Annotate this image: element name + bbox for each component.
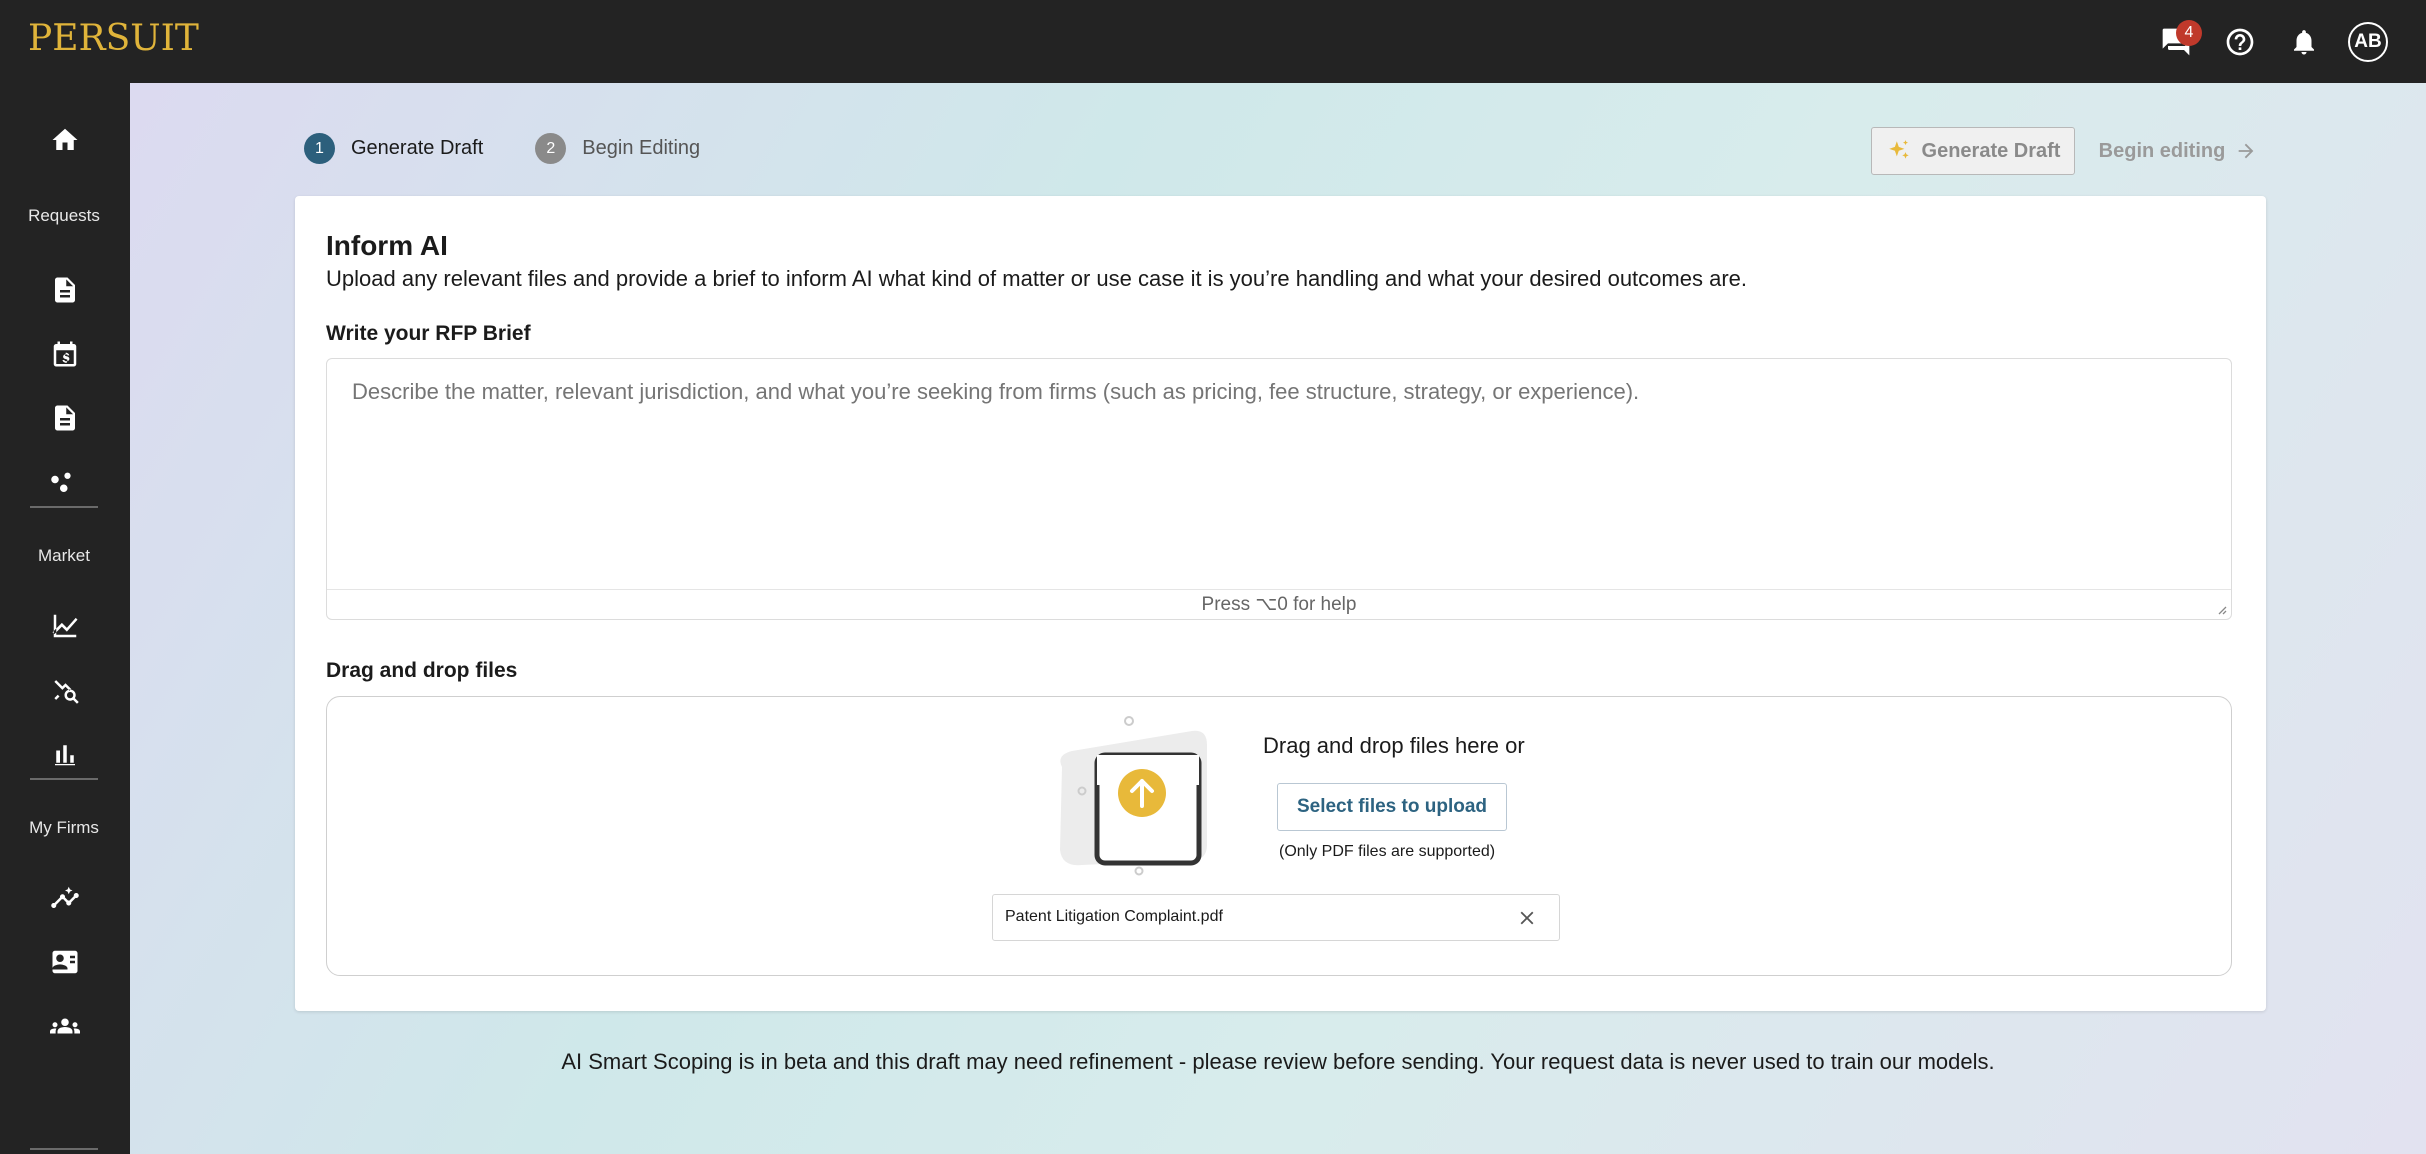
remove-file-button[interactable]	[1513, 904, 1541, 932]
inform-ai-card: Inform AI Upload any relevant files and …	[295, 196, 2266, 1011]
arrow-right-icon	[2238, 143, 2254, 159]
sidebar-section-market: Market	[38, 546, 90, 565]
sidebar-item-firm-contacts[interactable]	[0, 930, 130, 994]
sidebar-item-firm-performance[interactable]	[0, 866, 130, 930]
generate-draft-button[interactable]: Generate Draft	[1871, 127, 2075, 175]
step-label: Begin Editing	[582, 137, 701, 159]
generate-draft-label: Generate Draft	[1921, 139, 2061, 162]
brief-textarea[interactable]	[352, 379, 2202, 579]
sidebar-item-firm-groups[interactable]	[0, 994, 130, 1058]
sidebar: Requests Market My Firms	[0, 83, 130, 1154]
beta-disclaimer: AI Smart Scoping is in beta and this dra…	[561, 1049, 1995, 1074]
file-type-note: (Only PDF files are supported)	[1279, 843, 1496, 860]
main-content: 1 Generate Draft 2 Begin Editing Generat…	[130, 83, 2426, 1154]
begin-editing-button[interactable]: Begin editing	[2098, 127, 2258, 175]
sidebar-item-new-request[interactable]	[0, 258, 130, 322]
messages-button[interactable]: 4	[2144, 10, 2208, 74]
help-button[interactable]	[2208, 10, 2272, 74]
file-drop-zone[interactable]: Drag and drop files here or Select files…	[326, 696, 2232, 976]
stepper: 1 Generate Draft 2 Begin Editing	[304, 133, 752, 164]
select-files-button[interactable]: Select files to upload	[1277, 783, 1507, 831]
sidebar-item-market-bars[interactable]	[0, 722, 130, 786]
help-icon	[2226, 28, 2254, 55]
step-number: 1	[304, 133, 335, 164]
sidebar-divider	[30, 1148, 98, 1150]
contact-card-icon	[52, 950, 78, 974]
document-icon	[55, 405, 75, 431]
home-icon	[52, 128, 78, 150]
notifications-button[interactable]	[2272, 10, 2336, 74]
step-number: 2	[535, 133, 567, 164]
insights-icon	[51, 886, 79, 908]
sparkle-icon	[1888, 140, 1909, 159]
upload-illustration-icon	[1060, 716, 1207, 876]
resize-handle-icon[interactable]	[2215, 603, 2227, 615]
bubbles-icon	[51, 472, 71, 493]
step-generate-draft[interactable]: 1 Generate Draft	[304, 133, 483, 164]
brief-help-text: Press ⌥0 for help	[327, 589, 2231, 621]
sidebar-item-documents[interactable]	[0, 386, 130, 450]
brief-editor: Press ⌥0 for help	[326, 358, 2232, 620]
drop-instructions: Drag and drop files here or	[1263, 733, 1525, 758]
sidebar-item-market-chart[interactable]	[0, 594, 130, 658]
sidebar-divider	[30, 506, 98, 508]
line-chart-icon	[52, 614, 78, 638]
sidebar-item-market-analysis[interactable]	[0, 658, 130, 722]
bell-icon	[2294, 29, 2314, 54]
query-stats-icon	[54, 680, 79, 704]
new-request-icon	[55, 277, 75, 303]
user-avatar[interactable]: AB	[2348, 21, 2388, 62]
brief-label: Write your RFP Brief	[326, 322, 531, 345]
top-icons: 4 AB	[2144, 0, 2388, 83]
sidebar-item-groups[interactable]	[0, 450, 130, 514]
drop-label: Drag and drop files	[326, 659, 518, 682]
step-label: Generate Draft	[351, 137, 484, 159]
sidebar-item-billing[interactable]	[0, 322, 130, 386]
persuit-logo[interactable]: PERSUIT	[28, 18, 199, 59]
calendar-dollar-icon	[53, 341, 77, 367]
sidebar-section-requests: Requests	[28, 206, 100, 225]
sidebar-item-home[interactable]	[0, 108, 130, 172]
messages-badge: 4	[2176, 19, 2202, 46]
groups-icon	[50, 1018, 80, 1034]
card-subtitle: Upload any relevant files and provide a …	[326, 266, 1747, 291]
sidebar-section-my-firms: My Firms	[29, 818, 99, 837]
file-name: Patent Litigation Complaint.pdf	[1005, 908, 1223, 925]
card-title: Inform AI	[326, 230, 448, 261]
step-begin-editing[interactable]: 2 Begin Editing	[535, 133, 700, 164]
uploaded-file: Patent Litigation Complaint.pdf	[992, 894, 1560, 941]
close-icon	[1520, 911, 1534, 925]
begin-editing-label: Begin editing	[2098, 139, 2226, 162]
top-bar: PERSUIT 4 AB	[0, 0, 2426, 83]
bar-chart-icon	[55, 745, 75, 766]
sidebar-divider	[30, 778, 98, 780]
